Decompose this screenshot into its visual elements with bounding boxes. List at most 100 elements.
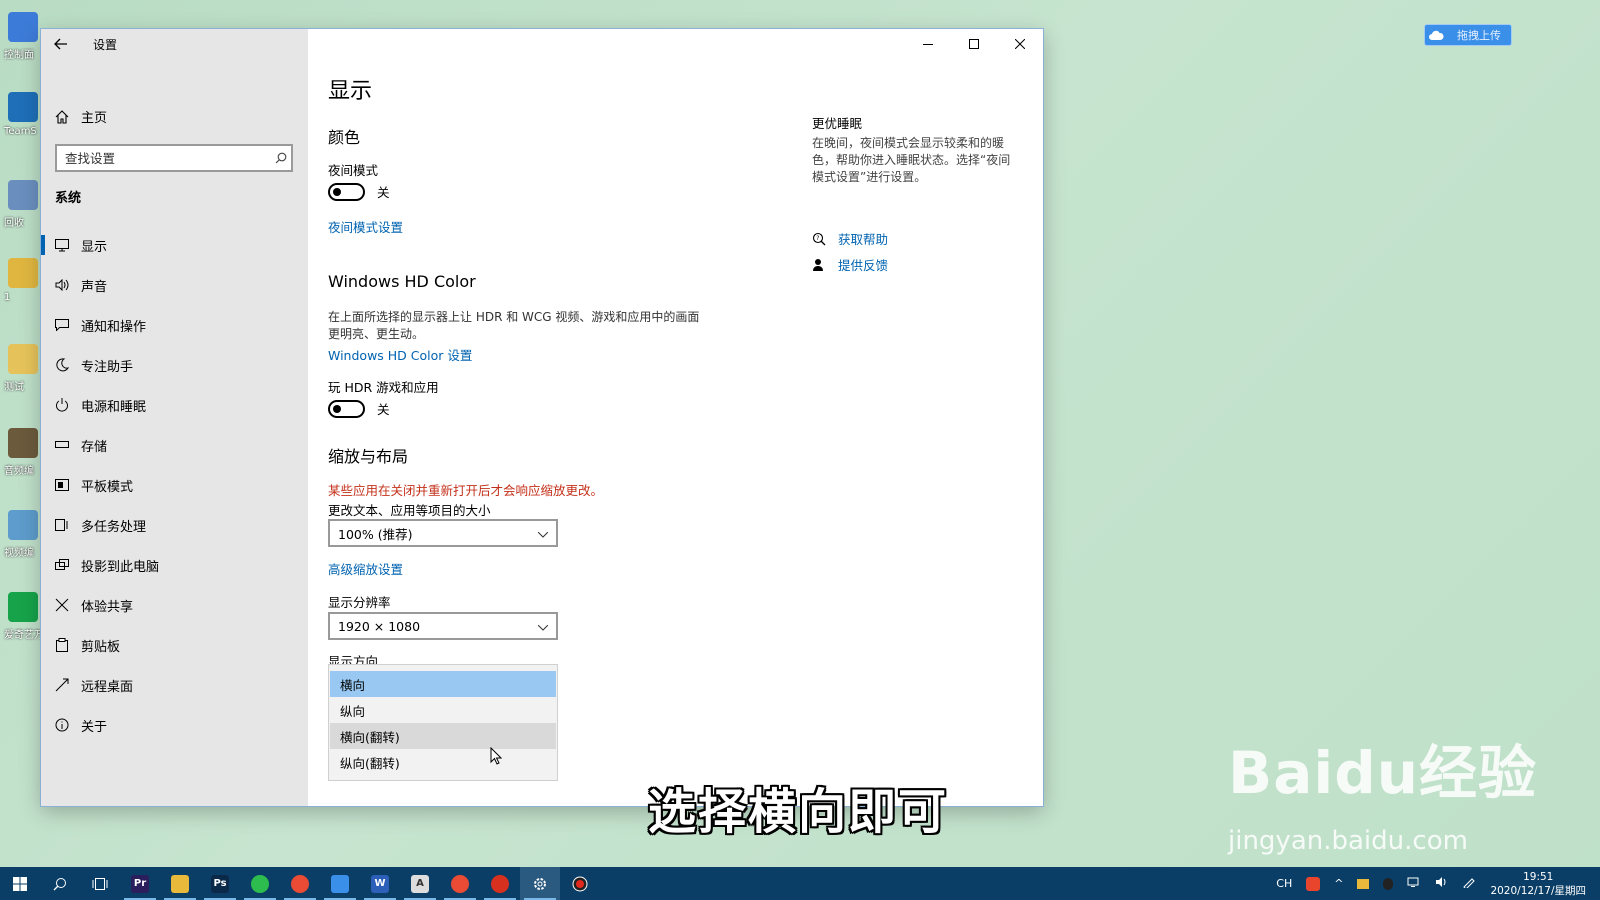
close-button[interactable]: [997, 29, 1043, 59]
hdr-games-toggle[interactable]: [328, 399, 365, 418]
scale-section-title: 缩放与布局: [328, 447, 409, 466]
photoshop-icon[interactable]: Ps: [200, 867, 240, 900]
sidebar-item-label: 电源和睡眠: [81, 399, 147, 415]
night-light-toggle[interactable]: [328, 182, 365, 201]
desktop-shortcut-icon[interactable]: [8, 428, 38, 458]
wechat-icon[interactable]: [240, 867, 280, 900]
scale-value: 100% (推荐): [338, 526, 413, 542]
desktop-shortcut-label: TeamS: [4, 126, 37, 137]
upload-badge[interactable]: 拖拽上传: [1424, 24, 1512, 46]
explorer-icon[interactable]: [160, 867, 200, 900]
hdr-games-label: 玩 HDR 游戏和应用: [328, 380, 439, 395]
sidebar-item[interactable]: 专注助手: [41, 345, 308, 385]
desktop-shortcut-icon[interactable]: [8, 344, 38, 374]
sidebar-item[interactable]: 电源和睡眠: [41, 385, 308, 425]
desktop-shortcut-label: 音频编: [4, 466, 34, 477]
orientation-option[interactable]: 纵向(翻转): [330, 749, 556, 775]
search-input[interactable]: [57, 150, 271, 166]
notification-icon: [55, 318, 69, 332]
desktop-shortcut-icon[interactable]: [8, 180, 38, 210]
clock[interactable]: 19:51 2020/12/17/星期四: [1490, 870, 1586, 898]
get-help-link[interactable]: ? 获取帮助: [812, 229, 888, 248]
search-icon[interactable]: [40, 867, 80, 900]
desktop-shortcut-icon[interactable]: [8, 12, 38, 42]
premiere-icon[interactable]: Pr: [120, 867, 160, 900]
app-icon-text: Pr: [133, 878, 147, 889]
desktop-shortcut-icon[interactable]: [8, 592, 38, 622]
color-section-title: 颜色: [328, 128, 361, 147]
sidebar-item[interactable]: 体验共享: [41, 585, 308, 625]
sidebar-item[interactable]: 显示: [41, 225, 308, 265]
chevron-down-icon: [537, 526, 549, 541]
autodesk-icon[interactable]: A: [400, 867, 440, 900]
sidebar-item-label: 通知和操作: [81, 319, 147, 335]
netease-music-icon[interactable]: [480, 867, 520, 900]
sidebar-item[interactable]: 声音: [41, 265, 308, 305]
sidebar-item-home[interactable]: 主页: [55, 107, 107, 126]
tray-expand-icon[interactable]: ^: [1334, 877, 1343, 890]
page-title: 显示: [328, 79, 373, 104]
share-icon: [55, 598, 69, 612]
orientation-option[interactable]: 横向(翻转): [330, 723, 556, 749]
record-icon[interactable]: [560, 867, 600, 900]
hdr-description: 在上面所选择的显示器上让 HDR 和 WCG 视频、游戏和应用中的画面更明亮、更…: [328, 310, 700, 341]
sidebar-item[interactable]: 投影到此电脑: [41, 545, 308, 585]
settings-icon[interactable]: [520, 867, 560, 900]
chrome-alt-icon[interactable]: [440, 867, 480, 900]
night-light-settings-link[interactable]: 夜间模式设置: [328, 217, 403, 236]
sidebar-item[interactable]: 多任务处理: [41, 505, 308, 545]
start-button[interactable]: [0, 867, 40, 900]
scale-dropdown[interactable]: 100% (推荐): [328, 519, 558, 547]
power-icon: [55, 398, 69, 412]
folder-tray-icon[interactable]: [1357, 878, 1370, 889]
desktop-shortcut-icon[interactable]: [8, 92, 38, 122]
main-pane: 显示 颜色 夜间模式 关 夜间模式设置 Windows HD Color 在上面…: [308, 29, 1043, 806]
multitask-icon: [55, 518, 69, 532]
project-icon: [55, 558, 69, 572]
sidebar-item[interactable]: 关于: [41, 705, 308, 745]
taskbar-apps: Pr Ps W A: [40, 867, 600, 900]
sidebar-item[interactable]: 存储: [41, 425, 308, 465]
maximize-button[interactable]: [951, 29, 997, 59]
home-icon: [55, 109, 69, 124]
resolution-dropdown[interactable]: 1920 × 1080: [328, 612, 558, 640]
titlebar: 设置: [41, 29, 308, 59]
advanced-scale-link[interactable]: 高级缩放设置: [328, 559, 403, 578]
task-view-icon[interactable]: [80, 867, 120, 900]
baidu-netdisk-icon[interactable]: [320, 867, 360, 900]
volume-icon[interactable]: [1435, 876, 1449, 891]
pen-icon[interactable]: [1463, 876, 1476, 891]
sidebar-item-label: 剪贴板: [81, 639, 121, 655]
ime-indicator[interactable]: CH: [1276, 877, 1292, 890]
back-button[interactable]: [41, 29, 81, 59]
minimize-button[interactable]: [905, 29, 951, 59]
sidebar-item[interactable]: 远程桌面: [41, 665, 308, 705]
hdr-settings-link[interactable]: Windows HD Color 设置: [328, 345, 472, 364]
desktop-shortcut-label: 测试: [4, 382, 24, 393]
desktop-shortcut-icon[interactable]: [8, 258, 38, 288]
orientation-option[interactable]: 横向: [330, 671, 556, 697]
sogou-icon[interactable]: [1306, 876, 1321, 891]
svg-text:?: ?: [816, 235, 819, 242]
word-icon[interactable]: W: [360, 867, 400, 900]
resolution-value: 1920 × 1080: [338, 618, 421, 634]
feedback-link[interactable]: 提供反馈: [812, 255, 888, 274]
watermark-url: jingyan.baidu.com: [1228, 826, 1468, 856]
sidebar-item-label: 关于: [81, 719, 108, 735]
feedback-person-icon: [812, 258, 826, 272]
moon-icon: [55, 358, 69, 372]
cloud-icon: [1425, 25, 1447, 45]
tablet-icon: [55, 478, 69, 492]
sidebar-item-label: 显示: [81, 239, 108, 255]
sidebar-item[interactable]: 通知和操作: [41, 305, 308, 345]
sidebar-item[interactable]: 平板模式: [41, 465, 308, 505]
orientation-option[interactable]: 纵向: [330, 697, 556, 723]
network-icon[interactable]: [1407, 876, 1421, 891]
desktop-shortcut-icon[interactable]: [8, 510, 38, 540]
chrome-icon[interactable]: [280, 867, 320, 900]
search-box[interactable]: [55, 144, 293, 172]
app-icon-text: W: [374, 878, 386, 889]
sidebar-item[interactable]: 剪贴板: [41, 625, 308, 665]
qq-tray-icon[interactable]: [1383, 877, 1394, 890]
desktop-shortcut-label: 视频编: [4, 548, 34, 559]
